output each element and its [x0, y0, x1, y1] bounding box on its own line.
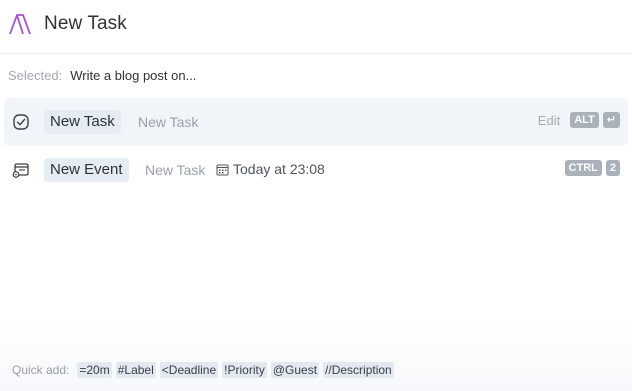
- page-title: New Task: [44, 13, 127, 34]
- quick-add-token-priority[interactable]: !Priority: [222, 362, 267, 378]
- quick-add-token-duration[interactable]: =20m: [77, 362, 112, 378]
- enter-key: ↵: [602, 112, 620, 128]
- quick-add-token-guest[interactable]: @Guest: [270, 362, 320, 378]
- header: New Task: [0, 0, 632, 54]
- number-key: 2: [605, 160, 620, 176]
- command-subtitle: New Task: [138, 114, 199, 130]
- ctrl-key: CTRL: [564, 160, 602, 176]
- selected-value: Write a blog post on...: [70, 68, 197, 83]
- selected-label: Selected:: [8, 68, 63, 83]
- checkbox-circle-icon: [13, 114, 29, 130]
- event-time-text: Today at 23:08: [233, 161, 325, 177]
- command-chip: New Task: [44, 110, 121, 134]
- calendar-event-icon: [12, 163, 29, 178]
- footer: [0, 320, 632, 391]
- calendar-icon: [216, 164, 229, 175]
- edit-button[interactable]: Edit: [538, 113, 560, 128]
- quick-add-bar: Quick add: =20m #Label <Deadline !Priori…: [12, 362, 398, 378]
- command-shortcut: CTRL 2: [564, 160, 620, 176]
- quick-add-label: Quick add:: [12, 363, 70, 377]
- selected-context: Selected: Write a blog post on...: [8, 68, 196, 83]
- quick-add-token-label[interactable]: #Label: [115, 362, 156, 378]
- command-chip: New Event: [44, 158, 129, 182]
- command-new-event[interactable]: New Event New Task Today at 23:08 CTRL 2: [4, 146, 628, 194]
- quick-add-token-description[interactable]: //Description: [323, 362, 394, 378]
- command-new-task[interactable]: New Task New Task Edit ALT ↵: [4, 98, 628, 146]
- app-logo-icon: [9, 14, 31, 35]
- event-time: Today at 23:08: [216, 161, 325, 177]
- command-shortcut: Edit ALT ↵: [538, 112, 620, 128]
- quick-add-token-deadline[interactable]: <Deadline: [159, 362, 219, 378]
- command-subtitle: New Task: [145, 162, 206, 178]
- alt-key: ALT: [570, 112, 599, 128]
